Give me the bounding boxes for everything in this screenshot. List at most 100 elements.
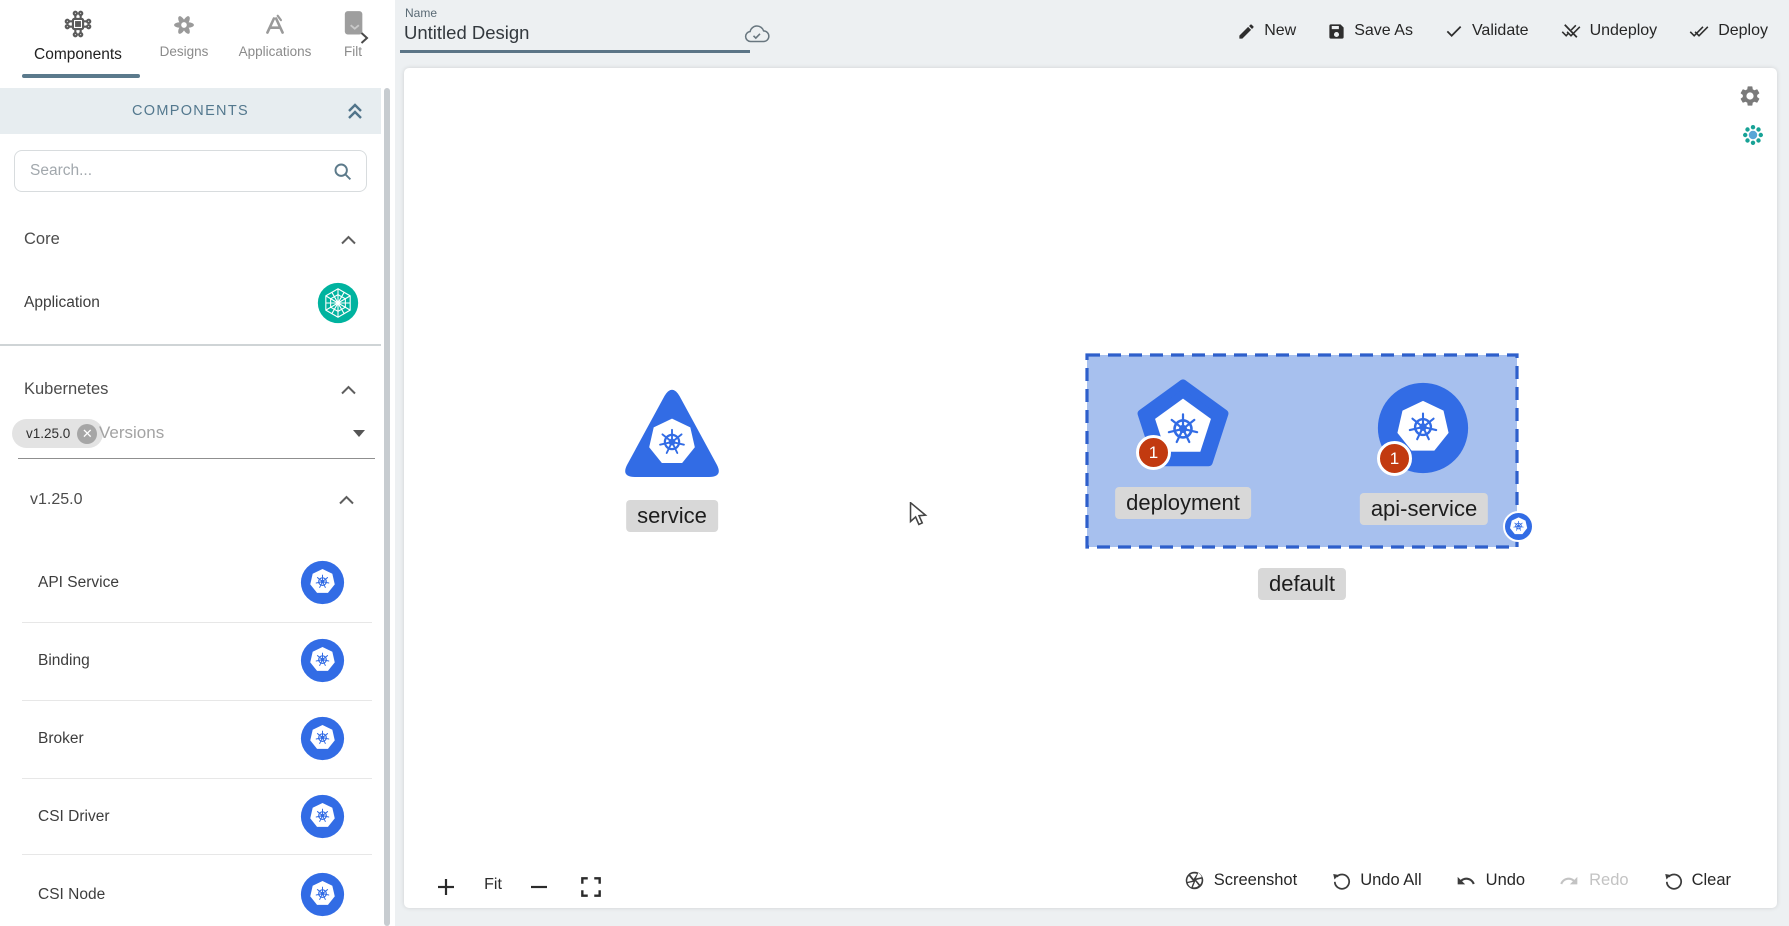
check-icon [1444, 21, 1464, 41]
row-divider [22, 622, 372, 623]
kubernetes-section-header[interactable]: Kubernetes [24, 380, 357, 399]
core-section-header[interactable]: Core [24, 230, 357, 249]
component-item-broker[interactable]: Broker [0, 713, 381, 765]
name-field-label: Name [405, 6, 437, 20]
meshmap-designer: Components Designs [0, 0, 1789, 926]
node-label-deployment[interactable]: deployment [1115, 487, 1251, 519]
kubernetes-icon [300, 794, 345, 839]
fullscreen-button[interactable] [578, 874, 604, 900]
kubernetes-icon [300, 872, 345, 917]
group-default-namespace[interactable]: 1 deployment 1 api-service [1087, 355, 1517, 547]
version-group-header[interactable]: v1.25.0 [30, 491, 355, 509]
dropdown-caret-icon[interactable] [352, 429, 366, 438]
fit-button[interactable]: Fit [474, 876, 512, 894]
badge-api-service-count: 1 [1377, 441, 1412, 476]
meshery-application-icon [317, 282, 359, 324]
restore-icon [1330, 870, 1351, 891]
shutter-icon [1184, 870, 1205, 891]
validate-button[interactable]: Validate [1444, 21, 1529, 41]
kubernetes-icon [300, 638, 345, 683]
panel-title-bar: COMPONENTS [0, 88, 381, 134]
component-search [14, 150, 367, 192]
group-kubernetes-badge[interactable] [1503, 511, 1534, 542]
canvas-settings-gear-icon[interactable] [1738, 84, 1762, 108]
double-chevron-up-icon [345, 100, 365, 122]
kubernetes-icon [1507, 515, 1530, 538]
kubernetes-service-triangle-icon [622, 386, 722, 484]
component-item-api-service[interactable]: API Service [0, 557, 381, 609]
screenshot-button[interactable]: Screenshot [1184, 870, 1297, 891]
save-as-button[interactable]: Save As [1327, 22, 1413, 41]
tab-label: Applications [224, 44, 326, 59]
button-label: Undeploy [1590, 22, 1658, 40]
zoom-in-button[interactable] [434, 875, 458, 899]
component-item-csi-node[interactable]: CSI Node [0, 869, 381, 921]
button-label: Save As [1354, 22, 1413, 40]
node-label-api-service[interactable]: api-service [1360, 493, 1488, 525]
component-label: CSI Node [38, 886, 105, 904]
button-label: Deploy [1718, 22, 1768, 40]
designs-icon [171, 12, 197, 38]
component-item-csi-driver[interactable]: CSI Driver [0, 791, 381, 843]
undo-button[interactable]: Undo [1455, 871, 1525, 891]
button-label: Undo All [1360, 871, 1421, 890]
name-field-underline [400, 50, 750, 53]
components-sidebar: Components Designs [0, 0, 381, 926]
tab-designs[interactable]: Designs [148, 12, 220, 59]
button-label: Screenshot [1214, 871, 1297, 890]
active-tab-indicator [22, 74, 140, 78]
node-label-service[interactable]: service [626, 500, 718, 532]
section-title: Core [24, 230, 60, 249]
tabs-scroll-right-button[interactable] [356, 30, 376, 50]
version-chip[interactable]: v1.25.0 ✕ [12, 419, 103, 448]
double-check-icon [1688, 21, 1710, 41]
kubernetes-icon [300, 716, 345, 761]
row-divider [22, 778, 372, 779]
chevron-up-icon[interactable] [340, 234, 357, 246]
clear-button[interactable]: Clear [1662, 870, 1731, 891]
redo-button[interactable]: Redo [1558, 871, 1628, 891]
new-button[interactable]: New [1237, 22, 1296, 41]
node-service[interactable] [622, 386, 722, 484]
design-canvas[interactable]: service 1 deployment 1 api [404, 68, 1777, 908]
double-check-crossed-icon [1560, 21, 1582, 41]
versions-select[interactable]: v1.25.0 ✕ Versions [0, 414, 381, 460]
chevron-up-icon[interactable] [338, 494, 355, 506]
kubernetes-context-icon[interactable] [1742, 124, 1764, 146]
sidebar-scrollbar[interactable] [381, 0, 395, 926]
tab-label: Components [8, 46, 148, 64]
select-underline [18, 458, 375, 459]
tab-components[interactable]: Components [8, 8, 148, 64]
section-title: v1.25.0 [30, 491, 82, 509]
row-divider [22, 700, 372, 701]
section-title: Kubernetes [24, 380, 108, 399]
group-label-default[interactable]: default [1258, 568, 1346, 600]
undeploy-button[interactable]: Undeploy [1560, 21, 1658, 41]
button-label: Validate [1472, 22, 1529, 40]
search-icon[interactable] [332, 161, 353, 182]
undo-all-button[interactable]: Undo All [1330, 870, 1421, 891]
section-divider [0, 344, 381, 346]
component-label: CSI Driver [38, 808, 109, 826]
panel-title: COMPONENTS [132, 103, 249, 119]
undo-arrow-icon [1455, 871, 1477, 891]
component-label: Broker [38, 730, 84, 748]
chevron-up-icon[interactable] [340, 384, 357, 396]
design-name-input[interactable] [404, 22, 744, 44]
search-input[interactable] [15, 162, 332, 180]
component-item-application[interactable]: Application [0, 278, 381, 328]
components-icon [62, 8, 94, 40]
deploy-button[interactable]: Deploy [1688, 21, 1768, 41]
scrollbar-thumb[interactable] [384, 88, 390, 926]
collapse-panel-button[interactable] [345, 100, 365, 122]
component-item-binding[interactable]: Binding [0, 635, 381, 687]
tab-label: Designs [148, 44, 220, 59]
button-label: Undo [1486, 871, 1525, 890]
zoom-out-button[interactable] [527, 875, 551, 899]
remove-version-icon[interactable]: ✕ [77, 424, 97, 444]
component-label: API Service [38, 574, 119, 592]
component-label: Application [24, 294, 100, 312]
versions-placeholder: Versions [99, 423, 164, 443]
tab-applications[interactable]: Applications [224, 12, 326, 59]
sidebar-tabs: Components Designs [0, 0, 381, 86]
